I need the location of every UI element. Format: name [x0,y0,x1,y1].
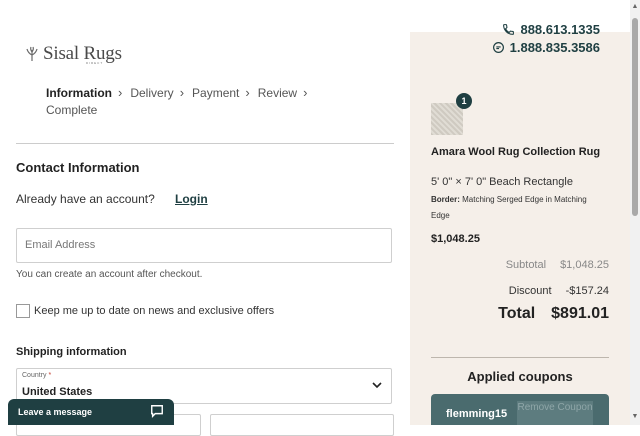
order-summary-panel [410,32,630,425]
chevron-down-icon [372,382,382,389]
chevron-right-icon: › [245,85,250,100]
leave-message-button[interactable]: Leave a message [8,399,174,425]
phone-secondary[interactable]: 1.888.835.3586 [492,40,600,55]
chat-bubble-icon [492,42,504,53]
divider [16,143,394,144]
product-thumbnail [431,103,463,135]
logo-text: Sisal Rugs [43,43,122,64]
chevron-right-icon: › [303,85,308,100]
login-link[interactable]: Login [175,192,208,206]
email-hint: You can create an account after checkout… [16,269,203,280]
discount-row: Discount -$157.24 [509,285,609,297]
phone-primary[interactable]: 888.613.1335 [502,22,600,37]
contact-heading: Contact Information [16,160,140,175]
leave-message-label: Leave a message [18,407,93,417]
scroll-down-arrow-icon[interactable]: ▼ [630,412,640,422]
discount-value: -$157.24 [565,285,609,297]
country-value: United States [22,386,93,398]
subtotal-row: Subtotal $1,048.25 [506,259,609,271]
newsletter-label[interactable]: Keep me up to date on news and exclusive… [34,305,274,317]
total-value: $891.01 [551,305,609,322]
scrollbar-thumb[interactable] [632,18,638,216]
phone-secondary-text: 1.888.835.3586 [509,40,600,55]
account-question: Already have an account? [16,192,155,206]
email-placeholder: Email Address [25,239,96,251]
summary-divider [431,357,609,358]
step-delivery: Delivery [130,86,174,100]
product-size: 5' 0" × 7' 0" Beach Rectangle [431,176,573,188]
chat-icon [151,405,163,418]
chevron-right-icon: › [118,85,123,100]
product-name: Amara Wool Rug Collection Rug [431,146,601,158]
shipping-heading: Shipping information [16,346,127,358]
checkout-steps: Information › Delivery › Payment › Review › Com… [46,84,386,119]
step-payment: Payment [192,86,240,100]
total-row: Total $891.01 [498,305,609,323]
total-label: Total [498,305,536,322]
scroll-up-arrow-icon[interactable]: ▲ [630,2,640,12]
step-review: Review [257,86,298,100]
discount-label: Discount [508,285,552,297]
subtotal-value: $1,048.25 [560,259,609,271]
product-border: Border: Matching Serged Edge in Matching… [431,195,587,220]
remove-coupon-button[interactable]: Remove Coupon [517,401,593,425]
last-name-field[interactable] [210,414,394,436]
sisal-leaf-icon [26,46,38,61]
product-price: $1,048.25 [431,233,480,245]
subtotal-label: Subtotal [505,259,547,271]
quantity-badge: 1 [456,93,472,109]
phone-primary-text: 888.613.1335 [520,22,600,37]
coupon-item: flemming15 Remove Coupon [431,394,609,425]
chevron-right-icon: › [179,85,185,100]
coupon-code: flemming15 [446,408,508,420]
email-field[interactable]: Email Address [16,228,392,263]
logo-subtext: DIRECT [86,61,104,65]
phone-icon [503,24,515,35]
step-complete: Complete [46,103,98,117]
applied-coupons-heading: Applied coupons [467,369,573,384]
country-label: Country * [22,372,52,379]
step-information: Information [46,86,112,100]
logo[interactable]: Sisal Rugs [25,43,122,65]
newsletter-checkbox[interactable] [16,304,30,318]
